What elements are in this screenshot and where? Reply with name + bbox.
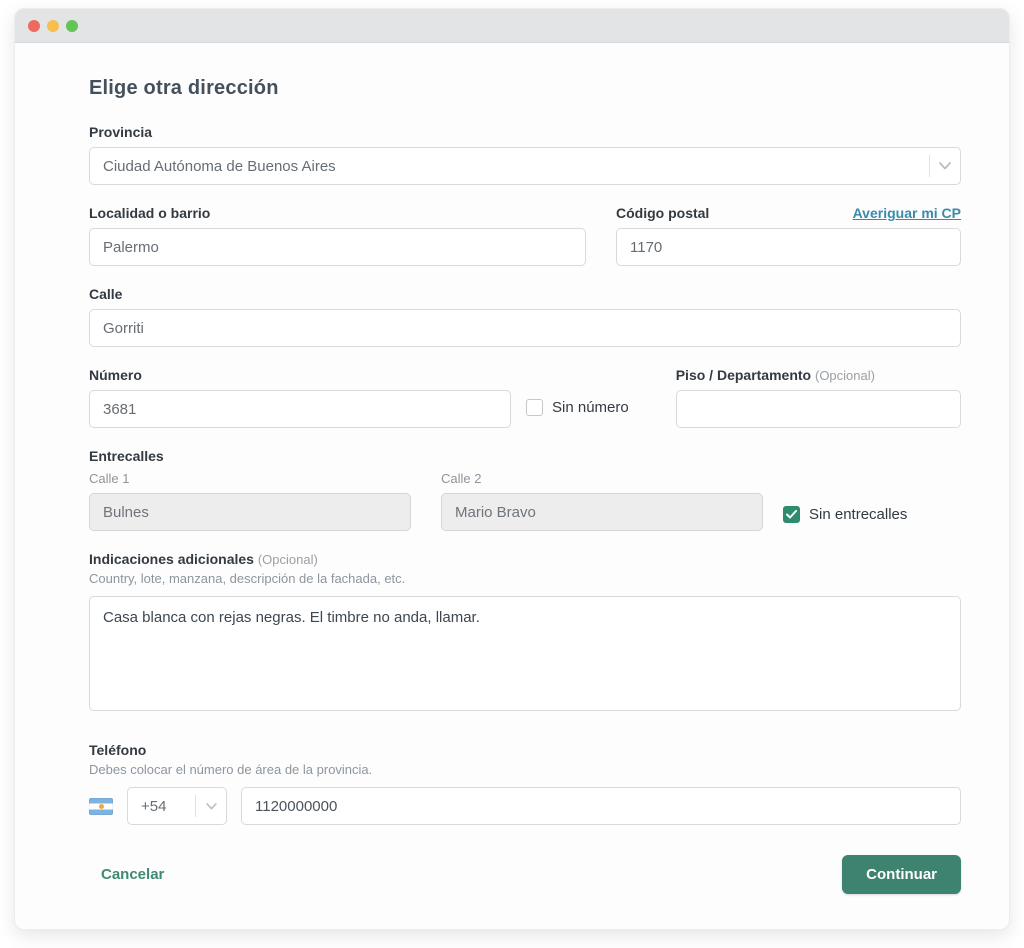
sin-entrecalles-checkbox[interactable] xyxy=(783,506,800,523)
codigo-postal-label: Código postal xyxy=(616,205,709,221)
chevron-down-icon xyxy=(196,803,226,810)
calle1-input xyxy=(89,493,411,531)
entrecalles-group: Entrecalles Calle 1 Calle 2 Sin entrecal… xyxy=(89,448,961,531)
codigo-postal-group: Código postal Averiguar mi CP xyxy=(616,205,961,266)
entrecalles-label: Entrecalles xyxy=(89,448,961,464)
provincia-selected-value: Ciudad Autónoma de Buenos Aires xyxy=(90,158,929,175)
form-footer: Cancelar Continuar xyxy=(89,855,961,894)
indicaciones-helper: Country, lote, manzana, descripción de l… xyxy=(89,571,961,586)
close-window-button[interactable] xyxy=(28,20,40,32)
calle2-input xyxy=(441,493,763,531)
telefono-label: Teléfono xyxy=(89,742,961,758)
piso-group: Piso / Departamento (Opcional) xyxy=(676,367,961,428)
numero-piso-row: Número Sin número Piso / Departamento (O… xyxy=(89,367,961,428)
sin-entrecalles-label[interactable]: Sin entrecalles xyxy=(809,506,907,523)
provincia-select[interactable]: Ciudad Autónoma de Buenos Aires xyxy=(89,147,961,185)
telefono-input[interactable] xyxy=(241,787,961,825)
argentina-flag-icon xyxy=(89,798,113,815)
indicaciones-optional-tag: (Opcional) xyxy=(258,552,318,567)
entrecalles-calle1-group: Calle 1 xyxy=(89,471,411,531)
localidad-group: Localidad o barrio xyxy=(89,205,586,266)
sin-numero-checkbox[interactable] xyxy=(526,399,543,416)
indicaciones-label: Indicaciones adicionales (Opcional) xyxy=(89,551,961,567)
indicaciones-group: Indicaciones adicionales (Opcional) Coun… xyxy=(89,551,961,716)
provincia-group: Provincia Ciudad Autónoma de Buenos Aire… xyxy=(89,124,961,185)
codigo-postal-input[interactable] xyxy=(616,228,961,266)
calle-input[interactable] xyxy=(89,309,961,347)
numero-group: Número xyxy=(89,367,511,428)
zoom-window-button[interactable] xyxy=(66,20,78,32)
calle1-label: Calle 1 xyxy=(89,471,411,486)
chevron-down-icon xyxy=(930,162,960,170)
page-title: Elige otra dirección xyxy=(89,77,961,100)
calle-group: Calle xyxy=(89,286,961,347)
modal-window: Elige otra dirección Provincia Ciudad Au… xyxy=(14,8,1010,930)
country-code-value: +54 xyxy=(128,798,195,815)
cancel-button[interactable]: Cancelar xyxy=(101,866,164,883)
calle2-label: Calle 2 xyxy=(441,471,763,486)
provincia-label: Provincia xyxy=(89,124,961,140)
telefono-helper: Debes colocar el número de área de la pr… xyxy=(89,762,961,777)
localidad-cp-row: Localidad o barrio Código postal Averigu… xyxy=(89,205,961,266)
sin-numero-label[interactable]: Sin número xyxy=(552,399,629,416)
piso-input[interactable] xyxy=(676,390,961,428)
minimize-window-button[interactable] xyxy=(47,20,59,32)
piso-label: Piso / Departamento (Opcional) xyxy=(676,367,961,383)
sin-entrecalles-checkbox-wrap: Sin entrecalles xyxy=(783,506,907,523)
localidad-label: Localidad o barrio xyxy=(89,205,586,221)
telefono-group: Teléfono Debes colocar el número de área… xyxy=(89,742,961,825)
address-form: Elige otra dirección Provincia Ciudad Au… xyxy=(15,43,1009,930)
entrecalles-calle2-group: Calle 2 xyxy=(441,471,763,531)
calle-label: Calle xyxy=(89,286,961,302)
continue-button[interactable]: Continuar xyxy=(842,855,961,894)
indicaciones-textarea[interactable]: Casa blanca con rejas negras. El timbre … xyxy=(89,596,961,711)
country-code-select[interactable]: +54 xyxy=(127,787,227,825)
piso-optional-tag: (Opcional) xyxy=(815,368,875,383)
localidad-input[interactable] xyxy=(89,228,586,266)
numero-input[interactable] xyxy=(89,390,511,428)
numero-label: Número xyxy=(89,367,511,383)
window-titlebar xyxy=(15,9,1009,43)
sin-numero-checkbox-wrap: Sin número xyxy=(526,399,629,416)
averiguar-cp-link[interactable]: Averiguar mi CP xyxy=(853,205,961,221)
